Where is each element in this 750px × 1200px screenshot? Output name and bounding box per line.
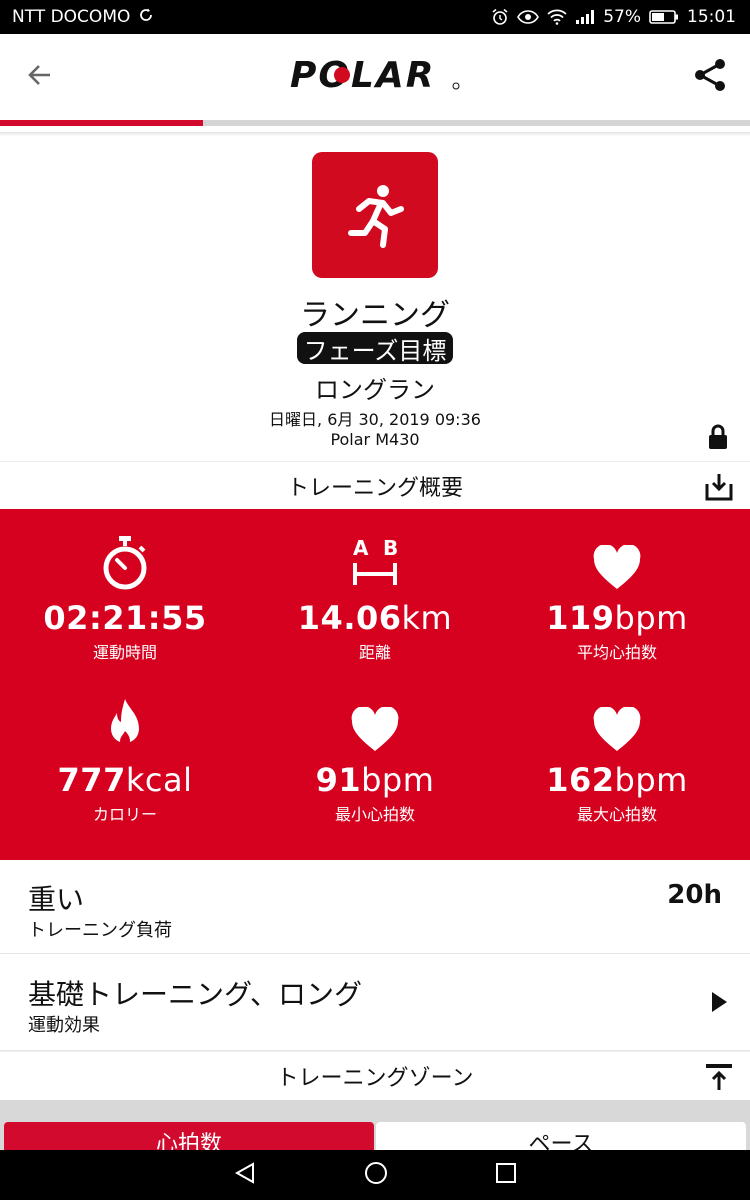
training-zones-header: トレーニングゾーン [0,1051,750,1099]
stat-label: 平均心拍数 [576,643,657,662]
stat-value: 91bpm [315,761,435,799]
app-bar: POLAR [0,34,750,116]
svg-text:POLAR: POLAR [290,55,436,94]
battery-icon [649,9,679,25]
lock-icon[interactable] [706,424,730,454]
stat-value: 777kcal [57,761,193,799]
export-button[interactable] [704,472,734,508]
download-icon [705,474,733,501]
collapse-up-icon [706,1064,732,1090]
tab-heart-rate[interactable]: 心拍数 [4,1122,374,1150]
training-load-level: 重い [28,883,85,916]
training-zones-title: トレーニングゾーン [276,1065,474,1091]
svg-text:B: B [383,536,398,560]
nav-home-button[interactable] [363,1160,389,1190]
training-summary-title: トレーニング概要 [286,475,463,501]
clock: 15:01 [687,7,736,27]
stat-calories: 777kcal カロリー [0,693,250,825]
triangle-back-icon [234,1162,254,1184]
signal-icon [575,9,595,25]
training-load-label: トレーニング負荷 [28,920,172,941]
play-arrow-icon[interactable] [710,991,728,1017]
heart-icon [492,531,742,591]
training-benefit-label: 運動効果 [28,1015,100,1036]
nav-back-button[interactable] [233,1161,257,1189]
stat-value: 14.06km [297,599,453,637]
stats-panel: 02:21:55 運動時間 AB 14.06km 距離 119bpm 平均心拍数… [0,509,750,860]
flame-icon [0,693,250,753]
circle-home-icon [365,1162,387,1184]
status-bar: NTT DOCOMO 57% 15:01 [0,0,750,34]
page-progress-bar [0,120,750,126]
stat-label: 最大心拍数 [576,805,657,824]
stat-value: 119bpm [546,599,688,637]
stat-label: 距離 [358,643,391,662]
training-load-row[interactable]: 重い トレーニング負荷 20h [0,860,750,954]
heart-icon [250,693,500,753]
device-name: Polar M430 [330,430,420,449]
heart-icon [492,693,742,753]
svg-text:A: A [353,536,369,560]
carrier-label: NTT DOCOMO [12,7,131,27]
stat-duration: 02:21:55 運動時間 [0,531,250,663]
alarm-icon [491,8,509,26]
stat-distance: AB 14.06km 距離 [250,531,500,663]
stat-avg-hr: 119bpm 平均心拍数 [492,531,742,663]
nav-recents-button[interactable] [495,1162,517,1188]
eye-comfort-icon [517,9,540,25]
sync-icon [138,7,154,28]
page-progress-fill [0,120,203,126]
battery-percent: 57% [603,7,641,27]
phase-target-badge: フェーズ目標 [297,332,453,365]
share-icon [695,59,725,91]
stat-label: カロリー [92,805,157,824]
tab-pace[interactable]: ペース [376,1122,746,1150]
stat-value: 02:21:55 [43,599,207,637]
training-benefit-row[interactable]: 基礎トレーニング、ロング 運動効果 [0,955,750,1051]
system-nav-bar [0,1150,750,1200]
collapse-button[interactable] [704,1062,734,1098]
stopwatch-icon [0,531,250,591]
arrow-left-icon [28,65,50,85]
share-button[interactable] [688,53,732,97]
polar-logo: POLAR [290,54,462,96]
training-benefit-title: 基礎トレーニング、ロング [28,978,363,1011]
sport-name: ランニング [300,298,450,333]
training-summary-header: トレーニング概要 [0,461,750,509]
running-icon [348,185,404,248]
square-recents-icon [496,1163,516,1183]
recovery-time: 20h [667,880,722,910]
stat-min-hr: 91bpm 最小心拍数 [250,693,500,825]
wifi-icon [547,9,567,25]
back-button[interactable] [18,53,62,97]
stat-label: 運動時間 [92,643,157,662]
session-header: ランニング フェーズ目標 ロングラン 日曜日, 6月 30, 2019 09:3… [0,136,750,460]
training-target-name: ロングラン [315,376,435,404]
stat-max-hr: 162bpm 最大心拍数 [492,693,742,825]
distance-ab-icon: AB [250,531,500,591]
sport-tile [312,152,438,278]
stat-value: 162bpm [546,761,688,799]
stat-label: 最小心拍数 [334,805,415,824]
session-datetime: 日曜日, 6月 30, 2019 09:36 [269,410,481,429]
